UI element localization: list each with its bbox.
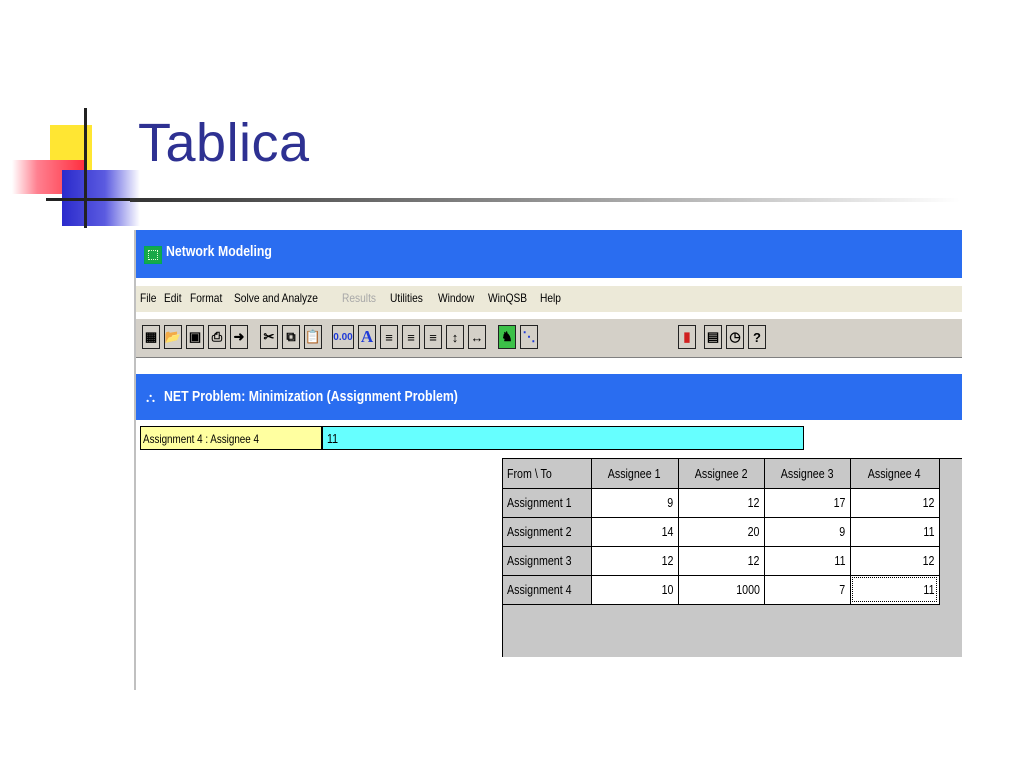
- selected-table-cell[interactable]: 11: [850, 575, 940, 605]
- save-icon[interactable]: ▣: [186, 325, 204, 349]
- align-right-icon[interactable]: ≡: [424, 325, 442, 349]
- table-row: Assignment 2 14 20 9 11: [503, 517, 940, 547]
- column-header[interactable]: Assignee 3: [764, 459, 851, 489]
- cell-value-input[interactable]: 11: [322, 426, 804, 450]
- cell-bar: Assignment 4 : Assignee 4 11: [140, 426, 804, 452]
- exit-icon[interactable]: ➜: [230, 325, 248, 349]
- menu-solve-and-analyze[interactable]: Solve and Analyze: [234, 291, 318, 305]
- menu-format[interactable]: Format: [190, 291, 222, 305]
- network-doc-icon: ⛬: [146, 390, 156, 405]
- chart-icon[interactable]: ▮: [678, 325, 696, 349]
- table-cell[interactable]: 12: [850, 546, 940, 576]
- table-cell[interactable]: 17: [764, 488, 851, 518]
- cell-reference: Assignment 4 : Assignee 4: [140, 426, 322, 450]
- decor-vertical-line: [84, 108, 87, 228]
- print-icon[interactable]: ⎙: [208, 325, 226, 349]
- align-left-icon[interactable]: ≡: [380, 325, 398, 349]
- font-button[interactable]: A: [358, 325, 376, 349]
- table-corner-header: From \ To: [503, 459, 592, 489]
- window-titlebar[interactable]: Network Modeling: [136, 230, 962, 278]
- table-cell[interactable]: 1000: [678, 575, 765, 605]
- table-cell[interactable]: 11: [850, 517, 940, 547]
- menu-help[interactable]: Help: [540, 291, 561, 305]
- column-header[interactable]: Assignee 2: [678, 459, 765, 489]
- menu-edit[interactable]: Edit: [164, 291, 182, 305]
- menu-bar: File Edit Format Solve and Analyze Resul…: [136, 286, 962, 312]
- row-header[interactable]: Assignment 2: [503, 517, 592, 547]
- table-cell[interactable]: 9: [764, 517, 851, 547]
- row-header[interactable]: Assignment 1: [503, 488, 592, 518]
- table-cell[interactable]: 12: [591, 546, 679, 576]
- row-height-icon[interactable]: ↕: [446, 325, 464, 349]
- number-format-button[interactable]: 0.00: [332, 325, 354, 349]
- network-icon: [144, 246, 162, 264]
- paste-icon[interactable]: 📋: [304, 325, 322, 349]
- table-cell[interactable]: 10: [591, 575, 679, 605]
- table-row: Assignment 3 12 12 11 12: [503, 546, 940, 576]
- menu-results[interactable]: Results: [342, 291, 376, 305]
- calculator-icon[interactable]: ▤: [704, 325, 722, 349]
- document-titlebar[interactable]: ⛬ NET Problem: Minimization (Assignment …: [136, 374, 962, 420]
- table-cell[interactable]: 14: [591, 517, 679, 547]
- clock-icon[interactable]: ◷: [726, 325, 744, 349]
- menu-utilities[interactable]: Utilities: [390, 291, 423, 305]
- table-cell[interactable]: 9: [591, 488, 679, 518]
- table-row: Assignment 1 9 12 17 12: [503, 488, 940, 518]
- table-cell[interactable]: 11: [764, 546, 851, 576]
- menu-winqsb[interactable]: WinQSB: [488, 291, 527, 305]
- title-underline: [130, 198, 960, 202]
- column-header[interactable]: Assignee 1: [591, 459, 679, 489]
- slide-title: Tablica: [138, 113, 310, 173]
- decor-horizontal-line: [46, 198, 136, 201]
- graph-icon[interactable]: ⋱: [520, 325, 538, 349]
- column-width-icon[interactable]: ↔: [468, 325, 486, 349]
- new-file-icon[interactable]: ▦: [142, 325, 160, 349]
- table-cell[interactable]: 12: [850, 488, 940, 518]
- document-title: NET Problem: Minimization (Assignment Pr…: [164, 388, 458, 405]
- column-header[interactable]: Assignee 4: [850, 459, 940, 489]
- cut-icon[interactable]: ✂: [260, 325, 278, 349]
- assignment-table: From \ To Assignee 1 Assignee 2 Assignee…: [502, 458, 962, 657]
- align-center-icon[interactable]: ≡: [402, 325, 420, 349]
- menu-window[interactable]: Window: [438, 291, 474, 305]
- table-row: Assignment 4 10 1000 7 11: [503, 575, 940, 605]
- table-cell[interactable]: 7: [764, 575, 851, 605]
- menu-file[interactable]: File: [140, 291, 156, 305]
- row-header[interactable]: Assignment 4: [503, 575, 592, 605]
- open-folder-icon[interactable]: 📂: [164, 325, 182, 349]
- copy-icon[interactable]: ⧉: [282, 325, 300, 349]
- row-header[interactable]: Assignment 3: [503, 546, 592, 576]
- window-title: Network Modeling: [166, 243, 272, 260]
- help-icon[interactable]: ?: [748, 325, 766, 349]
- table-cell[interactable]: 12: [678, 488, 765, 518]
- toolbar: ▦ 📂 ▣ ⎙ ➜ ✂ ⧉ 📋 0.00 A ≡ ≡ ≡ ↕ ↔ ♞ ⋱ ▮ ▤…: [136, 318, 962, 358]
- table-cell[interactable]: 12: [678, 546, 765, 576]
- app-window: Network Modeling File Edit Format Solve …: [134, 230, 962, 690]
- table-cell[interactable]: 20: [678, 517, 765, 547]
- solve-icon[interactable]: ♞: [498, 325, 516, 349]
